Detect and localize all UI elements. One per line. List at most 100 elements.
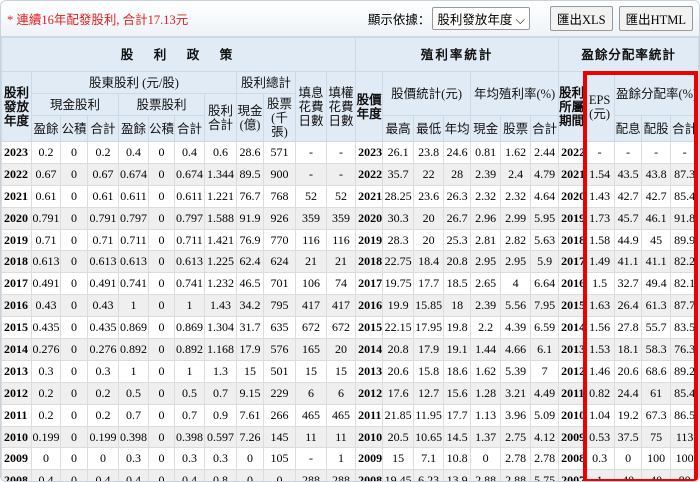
table-cell: 0.797 <box>118 206 149 230</box>
table-cell: 0 <box>236 469 264 481</box>
table-cell: 0.597 <box>204 425 237 449</box>
header-stock-div: 股票股利 <box>118 93 205 116</box>
export-xls-button[interactable]: 匯出XLS <box>549 6 613 31</box>
table-cell: 5.63 <box>530 228 560 252</box>
table-cell: 1 <box>174 359 205 383</box>
table-cell: 768 <box>263 184 296 208</box>
year-cell: 2008 <box>355 469 384 481</box>
table-cell: 0.61 <box>87 184 119 208</box>
table-cell: - <box>325 162 357 186</box>
header-payout-sum: 合計 <box>670 115 699 142</box>
table-cell: 15.85 <box>413 294 445 318</box>
year-cell: 2016 <box>1 294 32 318</box>
table-cell: 0.9 <box>204 403 237 427</box>
table-cell: 0.711 <box>174 228 205 252</box>
table-cell: 1.53 <box>584 338 616 361</box>
table-cell: 0.674 <box>174 162 205 186</box>
table-cell: 10.65 <box>413 425 445 449</box>
table-cell: 0.435 <box>87 316 119 340</box>
table-cell: 2.88 <box>470 469 502 481</box>
table-cell: 45 <box>641 228 672 252</box>
year-cell: 2015 <box>1 316 32 340</box>
year-cell: 2016 <box>558 272 586 296</box>
table-row: 2008 0.4 0 0.4 0.4 0 0.4 0.8 0 0 288 288 2008 19.45 6.… <box>1 469 699 481</box>
table-cell: 0.4 <box>87 469 119 481</box>
table-cell: 6 <box>295 381 327 405</box>
year-cell: 2009 <box>355 447 384 471</box>
table-cell: 0 <box>60 469 88 481</box>
table-cell: 0 <box>60 250 88 274</box>
table-row: 2010 0.199 0 0.199 0.398 0 0.398 0.597 7.26 145 11… <box>1 425 699 449</box>
table-cell: 1.43 <box>204 294 237 318</box>
table-row: 2012 0.2 0 0.2 0.5 0 0.5 0.7 9.15 229 6 6 2012 17.6 12… <box>1 381 699 405</box>
table-cell: 288 <box>325 469 357 481</box>
year-cell: 2023 <box>1 141 32 164</box>
header-stock-total: 股票 (千張) <box>263 93 296 142</box>
table-cell: 0 <box>60 381 88 405</box>
table-cell: 3.96 <box>500 403 532 427</box>
export-html-button[interactable]: 匯出HTML <box>618 6 693 31</box>
table-cell: 76.9 <box>236 228 264 252</box>
table-cell: 91.9 <box>236 206 264 230</box>
table-cell: 0 <box>60 316 88 340</box>
table-row: 2020 0.791 0 0.791 0.797 0 0.797 1.588 91.9 926 35… <box>1 206 699 230</box>
table-cell: 25.3 <box>443 228 472 252</box>
year-cell: 2017 <box>355 272 384 296</box>
table-cell: 7.26 <box>236 425 264 449</box>
table-cell: 4.64 <box>530 184 560 208</box>
table-cell: 86.5 <box>670 403 699 427</box>
header-div-sum: 股利合計 <box>204 93 237 142</box>
table-cell: 1.49 <box>584 250 616 274</box>
table-cell: 2.82 <box>500 228 532 252</box>
table-cell: 85.4 <box>670 381 699 405</box>
table-cell: 145 <box>263 425 296 449</box>
table-cell: 1.13 <box>470 403 502 427</box>
table-cell: 20 <box>325 338 357 361</box>
table-cell: 6.59 <box>530 316 560 340</box>
table-cell: 19.1 <box>443 338 472 361</box>
table-cell: 19.9 <box>382 294 415 318</box>
table-cell: 58.3 <box>641 338 672 361</box>
table-row: 2021 0.61 0 0.61 0.611 0 0.611 1.221 76.7 768 52 52… <box>1 184 699 208</box>
table-cell: 624 <box>263 250 296 274</box>
table-cell: 1.44 <box>470 338 502 361</box>
year-cell: 2021 <box>558 162 586 186</box>
table-row: 2023 0.2 0 0.2 0.4 0 0.4 0.6 28.6 571- -2023 26.1 23… <box>1 141 699 164</box>
dividend-table: 股 利 政 策 殖利率統計 盈餘分配率統計 股利發放年度 股東股利 (元/股) … <box>1 37 699 481</box>
table-cell: 20.6 <box>614 359 643 383</box>
table-cell: 0.611 <box>174 184 205 208</box>
table-cell: 20.5 <box>382 425 415 449</box>
table-cell: 0 <box>148 403 175 427</box>
table-cell: 0 <box>60 447 88 471</box>
table-cell: 0 <box>148 184 175 208</box>
table-cell: 0.2 <box>87 141 119 164</box>
table-cell: 89.2 <box>670 359 699 383</box>
table-cell: 0.435 <box>31 316 61 340</box>
table-cell: 0.2 <box>31 403 61 427</box>
header-cash-sum: 合計 <box>87 115 119 142</box>
toolbar: * 連續16年配發股利, 合計17.13元 顯示依據： 股利發放年度 ⌵ 匯出X… <box>1 1 699 37</box>
table-cell: 0 <box>60 272 88 296</box>
header-fill-div-days: 填息花費日數 <box>295 71 327 142</box>
table-cell: 15.8 <box>413 359 445 383</box>
table-body: 2023 0.2 0 0.2 0.4 0 0.4 0.6 28.6 571- -2023 26.1 23… <box>1 141 699 481</box>
table-cell: 2.39 <box>470 294 502 318</box>
header-cash-div: 現金股利 <box>31 93 119 116</box>
table-row: 2013 0.3 0 0.3 1 0 1 1.3 15 501 15 15 2013 20.6 15.8 18… <box>1 359 699 383</box>
table-cell: 32.7 <box>614 272 643 296</box>
table-cell: 0.892 <box>118 338 149 361</box>
table-cell: 0.613 <box>31 250 61 274</box>
year-cell: 2015 <box>558 294 586 318</box>
table-cell: 1.62 <box>500 141 532 164</box>
year-cell: 2013 <box>1 359 32 383</box>
table-cell: 113 <box>670 425 699 449</box>
display-basis-select[interactable]: 股利發放年度 ⌵ <box>432 7 530 30</box>
table-cell: 45.7 <box>614 206 643 230</box>
year-cell: 2008 <box>1 469 32 481</box>
table-cell: 0.3 <box>204 447 237 471</box>
table-cell: 52 <box>295 184 327 208</box>
year-cell: 2017 <box>1 272 32 296</box>
year-cell: 2017 <box>558 250 586 274</box>
table-cell: 41.1 <box>614 250 643 274</box>
table-cell: 0.4 <box>118 469 149 481</box>
